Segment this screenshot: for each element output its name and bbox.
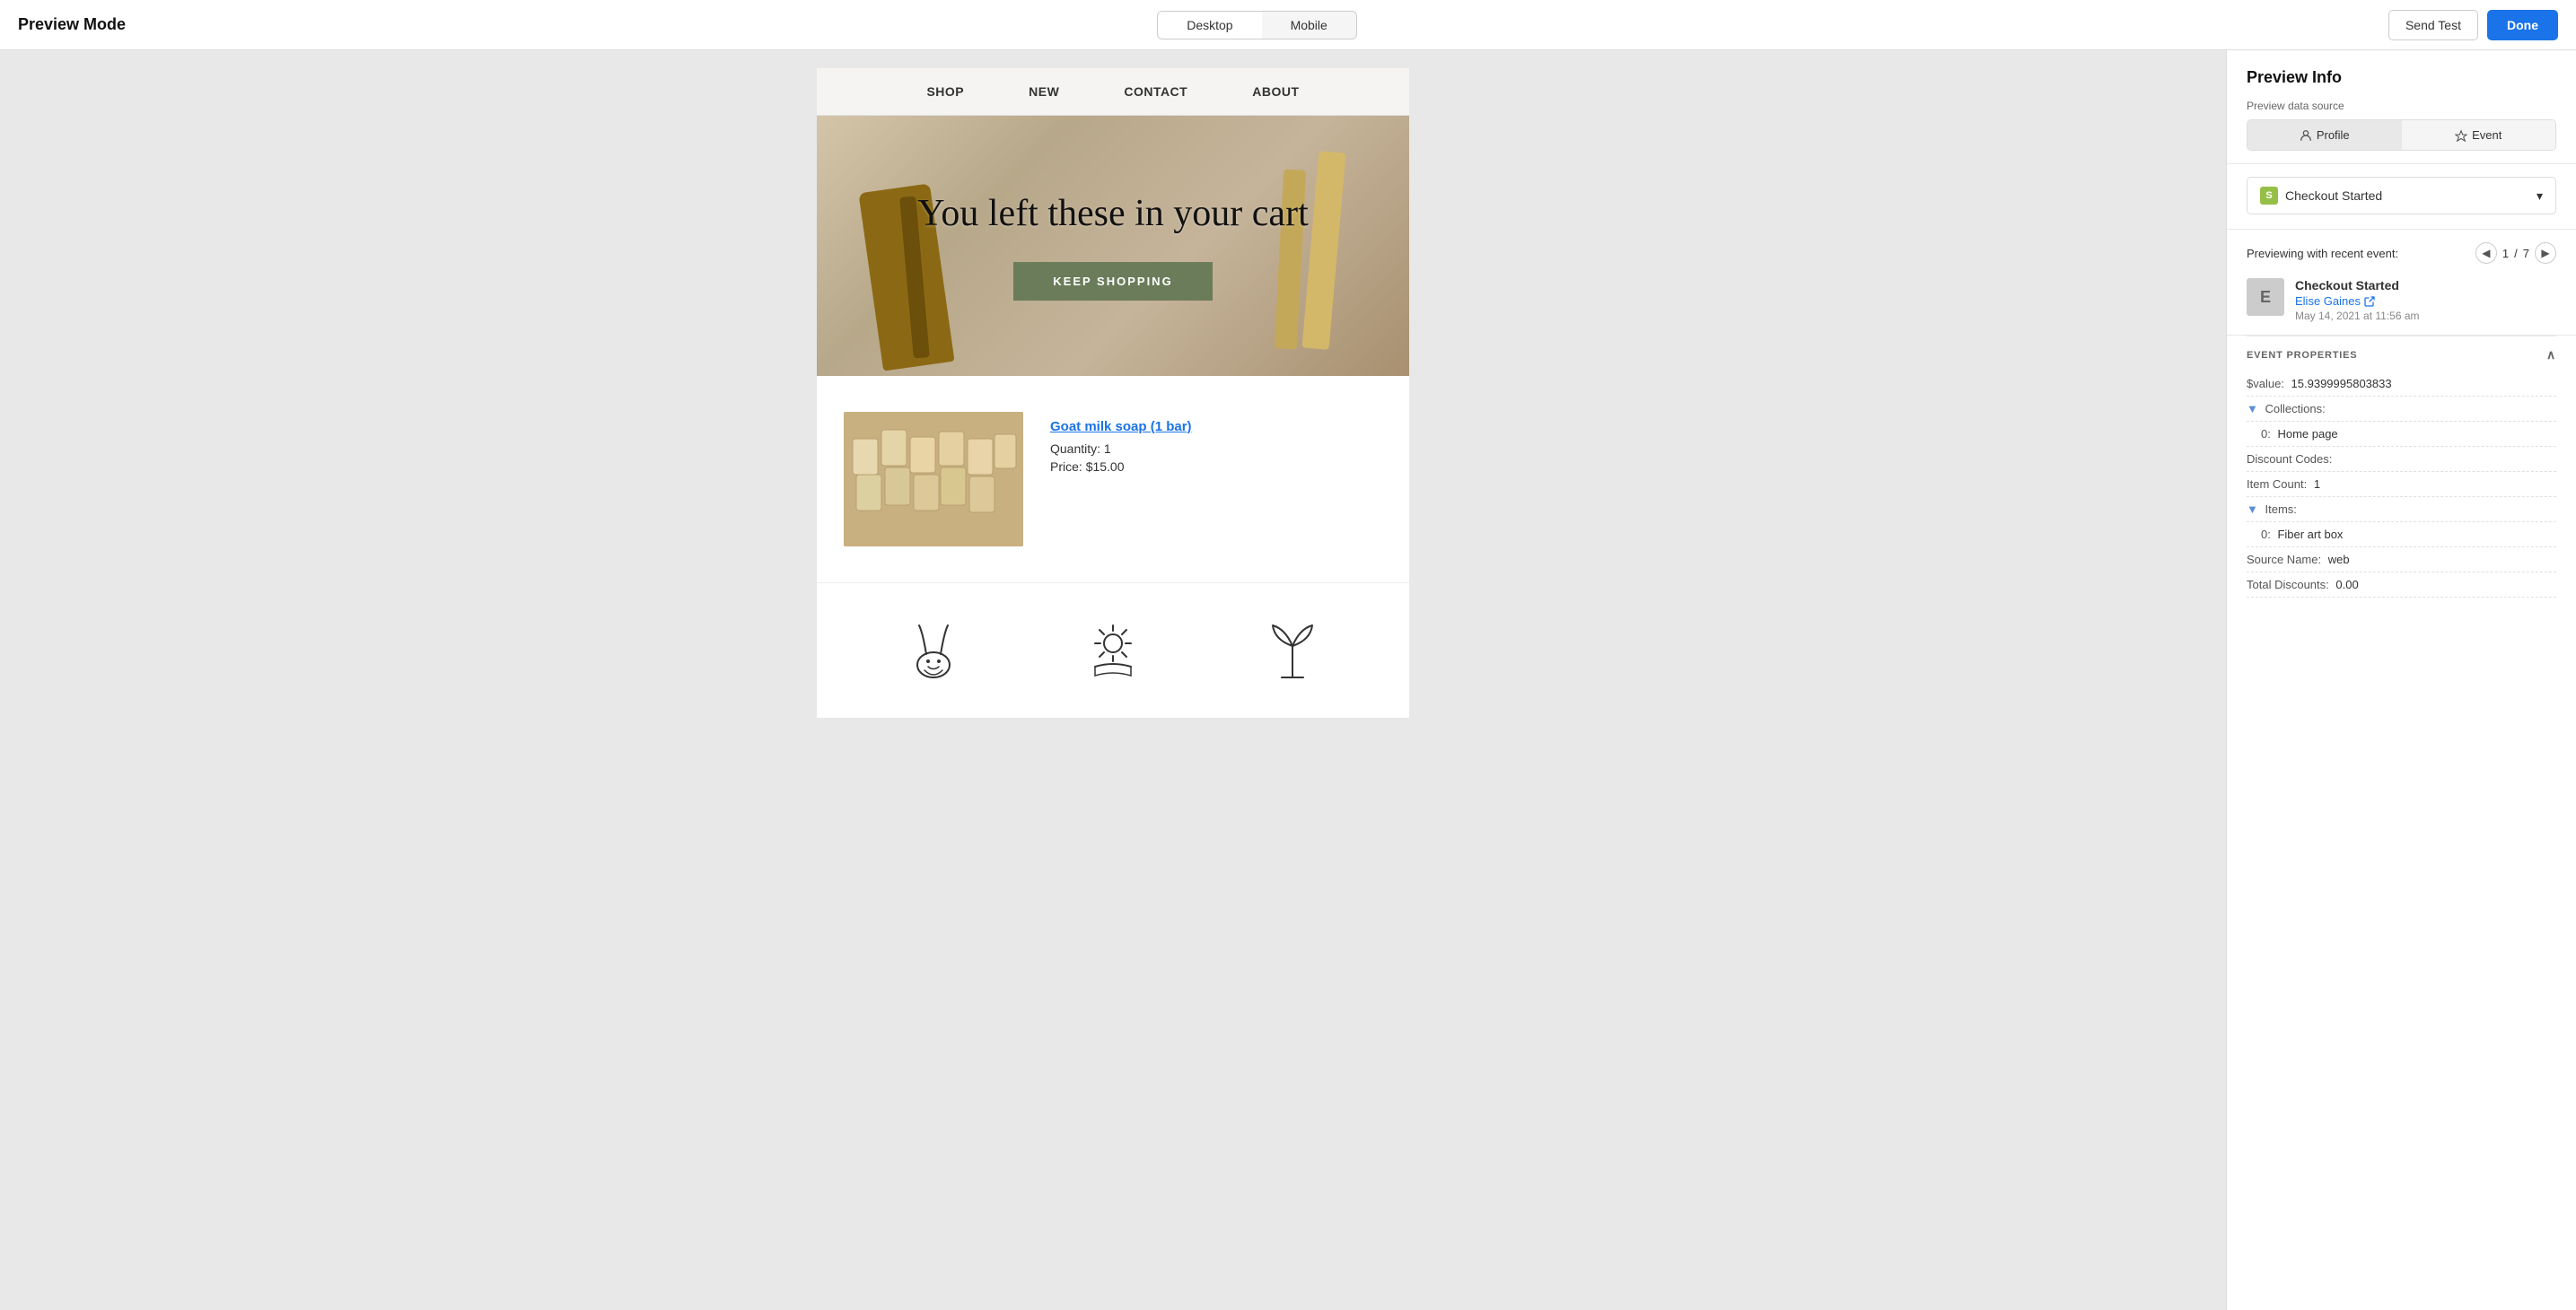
prop-row-4: Item Count: 1 bbox=[2247, 472, 2556, 497]
prev-page-button[interactable]: ◀ bbox=[2475, 242, 2497, 264]
desktop-tab[interactable]: Desktop bbox=[1158, 12, 1261, 39]
product-section: Goat milk soap (1 bar) Quantity: 1 Price… bbox=[817, 376, 1409, 582]
nav-about[interactable]: ABOUT bbox=[1220, 84, 1331, 99]
chevron-down-icon: ▾ bbox=[2537, 188, 2543, 204]
hero-title: You left these in your cart bbox=[917, 191, 1308, 236]
leaf-icon bbox=[1257, 615, 1328, 686]
mobile-tab[interactable]: Mobile bbox=[1262, 12, 1356, 39]
profile-tab-label: Profile bbox=[2317, 128, 2350, 142]
event-props-title: EVENT PROPERTIES bbox=[2247, 350, 2357, 361]
event-props-header: EVENT PROPERTIES ∧ bbox=[2247, 336, 2556, 371]
event-name: Checkout Started bbox=[2295, 278, 2420, 293]
event-person-link[interactable]: Elise Gaines bbox=[2295, 294, 2420, 308]
price-value: $15.00 bbox=[1086, 459, 1125, 474]
next-page-button[interactable]: ▶ bbox=[2535, 242, 2556, 264]
event-select-left: S Checkout Started bbox=[2260, 187, 2382, 205]
bunny-icon-item bbox=[893, 610, 974, 691]
nav-new[interactable]: NEW bbox=[996, 84, 1091, 99]
product-info: Goat milk soap (1 bar) Quantity: 1 Price… bbox=[1050, 412, 1382, 474]
panel-source-label: Preview data source bbox=[2247, 100, 2556, 112]
icons-section bbox=[817, 582, 1409, 718]
prop-row-2: 0: Home page bbox=[2247, 422, 2556, 447]
right-panel: Preview Info Preview data source Profile… bbox=[2226, 50, 2576, 1310]
prop-row-3: Discount Codes: bbox=[2247, 447, 2556, 472]
preview-mode-title: Preview Mode bbox=[18, 15, 126, 34]
view-toggle: Desktop Mobile bbox=[1157, 11, 1357, 39]
shopify-icon: S bbox=[2260, 187, 2278, 205]
prop-row-5: ▼ Items: bbox=[2247, 497, 2556, 522]
email-container: SHOP NEW CONTACT ABOUT You left these in… bbox=[817, 68, 1409, 718]
event-tab[interactable]: Event bbox=[2402, 120, 2556, 150]
panel-title: Preview Info bbox=[2247, 68, 2556, 87]
prop-row-7: Source Name: web bbox=[2247, 547, 2556, 572]
page-current: 1 bbox=[2502, 247, 2509, 260]
collapse-props-button[interactable]: ∧ bbox=[2546, 347, 2556, 362]
preview-area: SHOP NEW CONTACT ABOUT You left these in… bbox=[0, 50, 2226, 1310]
panel-header: Preview Info Preview data source Profile… bbox=[2227, 50, 2576, 164]
main-layout: SHOP NEW CONTACT ABOUT You left these in… bbox=[0, 50, 2576, 1310]
nav-shop[interactable]: SHOP bbox=[894, 84, 996, 99]
nav-contact[interactable]: CONTACT bbox=[1091, 84, 1220, 99]
done-button[interactable]: Done bbox=[2487, 10, 2558, 40]
event-info: Checkout Started Elise Gaines May 14, 20… bbox=[2295, 278, 2420, 322]
event-tab-label: Event bbox=[2472, 128, 2502, 142]
event-date: May 14, 2021 at 11:56 am bbox=[2295, 310, 2420, 322]
source-tabs: Profile Event bbox=[2247, 119, 2556, 151]
collapse-arrow[interactable]: ▼ bbox=[2247, 502, 2261, 516]
prop-row-8: Total Discounts: 0.00 bbox=[2247, 572, 2556, 598]
event-person-name: Elise Gaines bbox=[2295, 294, 2361, 308]
prop-row-0: $value: 15.9399995803833 bbox=[2247, 371, 2556, 397]
prop-row-1: ▼ Collections: bbox=[2247, 397, 2556, 422]
profile-tab[interactable]: Profile bbox=[2247, 120, 2402, 150]
recent-event-label: Previewing with recent event: bbox=[2247, 247, 2398, 260]
email-nav: SHOP NEW CONTACT ABOUT bbox=[817, 68, 1409, 116]
event-avatar: E bbox=[2247, 278, 2284, 316]
leaf-icon-item bbox=[1252, 610, 1333, 691]
page-separator: / bbox=[2514, 247, 2518, 260]
page-total: 7 bbox=[2523, 247, 2529, 260]
topbar-actions: Send Test Done bbox=[2388, 10, 2558, 40]
event-dropdown-label: Checkout Started bbox=[2285, 188, 2382, 203]
product-image bbox=[844, 412, 1023, 546]
collapse-arrow[interactable]: ▼ bbox=[2247, 402, 2261, 415]
hero-content: You left these in your cart KEEP SHOPPIN… bbox=[917, 191, 1308, 300]
price-label: Price: bbox=[1050, 459, 1082, 474]
quantity-value: 1 bbox=[1104, 441, 1111, 456]
bamboo-shape-1 bbox=[1301, 151, 1345, 350]
recent-event-section: Previewing with recent event: ◀ 1 / 7 ▶ … bbox=[2227, 230, 2576, 336]
product-name-link[interactable]: Goat milk soap (1 bar) bbox=[1050, 419, 1382, 434]
hero-cta-button[interactable]: KEEP SHOPPING bbox=[1013, 262, 1212, 301]
sun-book-icon bbox=[1077, 615, 1149, 686]
topbar: Preview Mode Desktop Mobile Send Test Do… bbox=[0, 0, 2576, 50]
bunny-icon bbox=[898, 615, 969, 686]
external-link-icon bbox=[2364, 296, 2375, 307]
event-card: E Checkout Started Elise Gaines May 14, … bbox=[2247, 275, 2556, 322]
product-price: Price: $15.00 bbox=[1050, 459, 1382, 474]
sun-icon-item bbox=[1073, 610, 1153, 691]
product-quantity: Quantity: 1 bbox=[1050, 441, 1382, 456]
quantity-label: Quantity: bbox=[1050, 441, 1100, 456]
send-test-button[interactable]: Send Test bbox=[2388, 10, 2478, 40]
event-select-wrap: S Checkout Started ▾ bbox=[2227, 164, 2576, 230]
soap-image bbox=[844, 412, 1023, 546]
prop-row-6: 0: Fiber art box bbox=[2247, 522, 2556, 547]
email-hero: You left these in your cart KEEP SHOPPIN… bbox=[817, 116, 1409, 376]
event-properties: EVENT PROPERTIES ∧ $value: 15.9399995803… bbox=[2227, 336, 2576, 616]
pagination: ◀ 1 / 7 ▶ bbox=[2475, 242, 2556, 264]
profile-icon bbox=[2300, 129, 2312, 142]
props-list: $value: 15.9399995803833▼ Collections: 0… bbox=[2247, 371, 2556, 598]
event-dropdown[interactable]: S Checkout Started ▾ bbox=[2247, 177, 2556, 214]
event-icon bbox=[2455, 129, 2467, 142]
